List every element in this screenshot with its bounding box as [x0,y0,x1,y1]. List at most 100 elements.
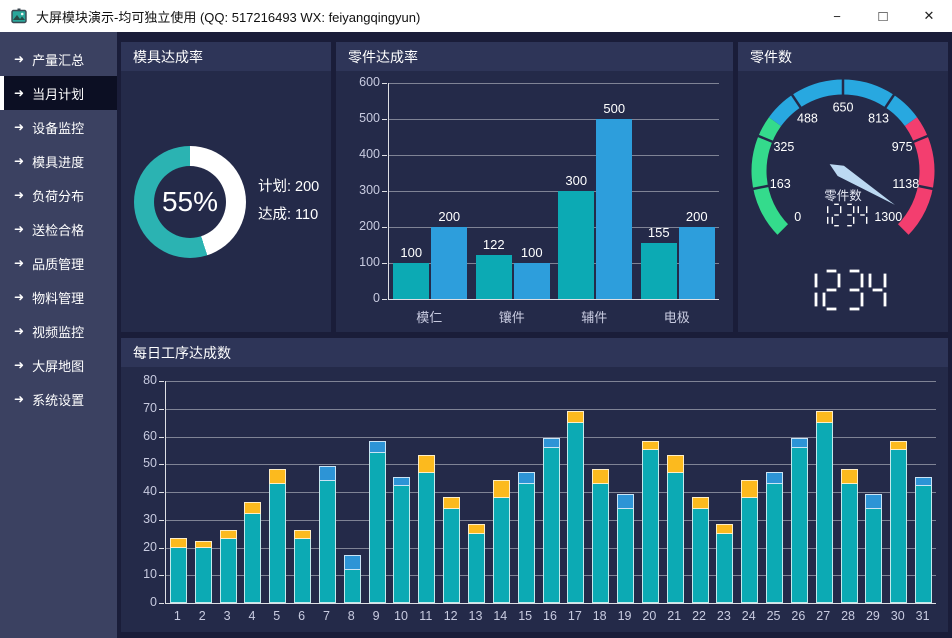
bar-base-segment [369,452,386,603]
x-axis-label: 4 [240,609,264,623]
panel-title: 模具达成率 [121,42,331,71]
x-axis-label: 14 [488,609,512,623]
sidebar-item-mold-progress[interactable]: ➜模具进度 [0,144,117,178]
arrow-icon: ➜ [14,188,24,202]
bar-value-label: 300 [554,173,598,188]
x-axis-label: 10 [389,609,413,623]
panel-title: 零件数 [738,42,948,71]
bar-top-segment [567,411,584,423]
sidebar-item-material-mgmt[interactable]: ➜物料管理 [0,280,117,314]
bar [476,255,512,299]
y-axis-tick [159,464,164,465]
bar [596,119,632,299]
y-axis-label: 80 [131,373,157,387]
x-axis-label: 29 [861,609,885,623]
y-axis-label: 70 [131,401,157,415]
x-axis-label: 23 [712,609,736,623]
y-axis-tick [382,83,387,84]
x-axis-label: 25 [762,609,786,623]
bar-top-segment [865,494,882,509]
x-axis-label: 27 [811,609,835,623]
sidebar-item-label: 大屏地图 [32,356,84,375]
y-axis-label: 300 [346,183,380,197]
sidebar-item-label: 设备监控 [32,118,84,137]
bar [431,227,467,299]
bar-base-segment [518,483,535,603]
y-axis-label: 0 [131,595,157,609]
x-axis-label: 8 [339,609,363,623]
bar-top-segment [890,441,907,450]
x-axis-label: 2 [190,609,214,623]
sidebar-item-production-summary[interactable]: ➜产量汇总 [0,42,117,76]
gauge-scale-label: 650 [833,101,854,115]
panel-daily-process: 每日工序达成数 01020304050607080123456789101112… [121,338,948,632]
lcd-digits [799,269,887,311]
bar-top-segment [319,466,336,481]
arrow-icon: ➜ [14,120,24,134]
sidebar-item-system-settings[interactable]: ➜系统设置 [0,382,117,416]
bar-top-segment [915,477,932,486]
app-window: 大屏模块演示-均可独立使用 (QQ: 517216493 WX: feiyang… [0,0,952,638]
bar-base-segment [816,422,833,603]
y-axis-tick [159,603,164,604]
maximize-button[interactable]: □ [860,0,906,32]
gauge-lcd-value [738,203,948,227]
bar-base-segment [915,485,932,603]
sidebar-item-quality-mgmt[interactable]: ➜ 品质管理 [0,246,117,280]
gridline [389,119,719,120]
bar-base-segment [741,497,758,603]
sidebar-item-label: 品质管理 [32,254,84,273]
bar-top-segment [269,469,286,484]
bar-base-segment [890,449,907,603]
sidebar-item-label: 视频监控 [32,322,84,341]
sidebar-item-monthly-plan[interactable]: ➜当月计划 [0,76,117,110]
sidebar-item-inspection-pass[interactable]: ➜送检合格 [0,212,117,246]
gauge-lcd-value-large [738,269,948,311]
sidebar-item-big-screen-map[interactable]: ➜ 大屏地图 [0,348,117,382]
plan-label: 计划: 200 [258,174,319,202]
bar-value-label: 100 [389,245,433,260]
bar-top-segment [518,472,535,484]
bar-top-segment [344,555,361,570]
x-axis-label: 17 [563,609,587,623]
gridline [389,155,719,156]
close-button[interactable]: ✕ [906,0,952,32]
x-axis-label: 3 [215,609,239,623]
bar-base-segment [592,483,609,603]
bar [393,263,429,299]
bar-base-segment [468,533,485,603]
arrow-icon: ➜ [14,256,24,270]
sidebar-item-label: 当月计划 [32,84,84,103]
x-axis-label: 12 [439,609,463,623]
sidebar-item-device-monitor[interactable]: ➜ 设备监控 [0,110,117,144]
y-axis-label: 100 [346,255,380,269]
arrow-icon: ➜ [14,358,24,372]
bar-top-segment [244,502,261,514]
bar-base-segment [841,483,858,603]
bar-top-segment [443,497,460,509]
donut-center-label: 55% [154,166,226,238]
bar-base-segment [220,538,237,603]
gauge-scale-label: 488 [797,111,818,125]
sidebar-item-load-distribution[interactable]: ➜ 负荷分布 [0,178,117,212]
content-area: 模具达成率 55% 计划: 200 达成: 110 [117,32,952,638]
bar-base-segment [170,547,187,604]
sidebar-item-video-monitor[interactable]: ➜视频监控 [0,314,117,348]
gauge-scale-label: 813 [868,111,889,125]
minimize-button[interactable]: − [814,0,860,32]
main-area: ➜产量汇总➜当月计划➜设备监控➜模具进度➜负荷分布➜送检合格➜品质管理➜物料管理… [0,32,952,638]
donut-chart: 55% 计划: 200 达成: 110 [121,71,331,332]
x-axis-label: 11 [414,609,438,623]
bar-value-label: 200 [427,209,471,224]
x-axis-label: 18 [588,609,612,623]
bar-base-segment [642,449,659,603]
y-axis-tick [382,299,387,300]
bar-base-segment [667,472,684,603]
panel-parts-count: 零件数 016332548865081397511381300 零件数 [738,42,948,332]
sidebar-item-label: 物料管理 [32,288,84,307]
bar [514,263,550,299]
sidebar-item-label: 负荷分布 [32,186,84,205]
x-axis-label: 镶件 [482,307,542,326]
bar-top-segment [294,530,311,539]
sidebar-item-label: 产量汇总 [32,50,84,69]
